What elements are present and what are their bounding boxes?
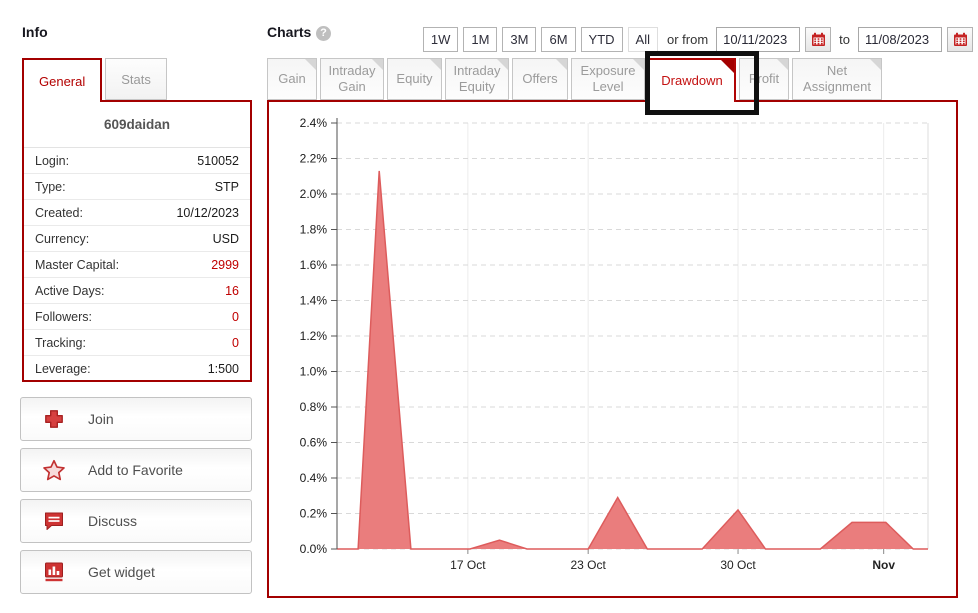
tab-intraday-equity[interactable]: Intraday Equity [445, 58, 509, 100]
range-button-1w[interactable]: 1W [423, 27, 459, 52]
info-row: Active Days: 16 [24, 278, 250, 304]
range-button-6m[interactable]: 6M [541, 27, 575, 52]
info-tab-general[interactable]: General [22, 58, 102, 102]
svg-text:2.4%: 2.4% [300, 116, 328, 130]
info-row-label: Tracking: [35, 336, 86, 350]
widget-icon [41, 560, 67, 584]
to-label: to [839, 32, 850, 47]
info-row-label: Followers: [35, 310, 92, 324]
info-row: Type: STP [24, 174, 250, 200]
add-to-favorite-button[interactable]: Add to Favorite [20, 448, 252, 492]
info-rows: Login: 510052 Type: STP Created: 10/12/2023 Cu… [24, 148, 250, 381]
info-row-value: 10/12/2023 [176, 206, 239, 220]
action-button-label: Join [88, 411, 114, 427]
info-row-value: 0 [232, 310, 239, 324]
calendar-icon [811, 32, 826, 47]
svg-text:17 Oct: 17 Oct [450, 558, 486, 572]
info-tabs: GeneralStats [22, 58, 167, 102]
chart-tabs: GainIntraday GainEquityIntraday EquityOf… [267, 58, 882, 102]
info-row-value: 510052 [197, 154, 239, 168]
discuss-button[interactable]: Discuss [20, 499, 252, 543]
info-row-label: Leverage: [35, 362, 91, 376]
chart-range-controls: 1W1M3M6MYTDAll or from to [423, 27, 973, 52]
info-row-value: 0 [232, 336, 239, 350]
info-row: Created: 10/12/2023 [24, 200, 250, 226]
tab-drawdown[interactable]: Drawdown [648, 58, 736, 102]
join-button[interactable]: Join [20, 397, 252, 441]
from-calendar-button[interactable] [805, 27, 831, 52]
svg-text:2.2%: 2.2% [300, 152, 328, 166]
tab-profit[interactable]: Profit [739, 58, 789, 100]
range-button-1m[interactable]: 1M [463, 27, 497, 52]
info-row-value: STP [215, 180, 239, 194]
info-row: Tracking: 0 [24, 330, 250, 356]
svg-text:23 Oct: 23 Oct [570, 558, 606, 572]
svg-text:1.6%: 1.6% [300, 258, 328, 272]
svg-text:1.2%: 1.2% [300, 329, 328, 343]
svg-text:Nov: Nov [872, 558, 895, 572]
to-date-input[interactable] [858, 27, 942, 52]
svg-text:0.8%: 0.8% [300, 400, 328, 414]
from-date-input[interactable] [716, 27, 800, 52]
plus-icon [41, 407, 67, 431]
get-widget-button[interactable]: Get widget [20, 550, 252, 594]
action-button-label: Add to Favorite [88, 462, 183, 478]
info-row-label: Active Days: [35, 284, 104, 298]
info-row: Login: 510052 [24, 148, 250, 174]
svg-text:1.8%: 1.8% [300, 223, 328, 237]
info-row-value: 16 [225, 284, 239, 298]
info-row: Currency: USD [24, 226, 250, 252]
to-calendar-button[interactable] [947, 27, 973, 52]
help-icon[interactable]: ? [316, 26, 331, 41]
tab-exposure-level[interactable]: Exposure Level [571, 58, 645, 100]
tab-intraday-gain[interactable]: Intraday Gain [320, 58, 384, 100]
drawdown-chart: 17 Oct 23 Oct 30 Oct Nov 2.4% 2.2% 2.0% 1.8% 1.6… [269, 102, 956, 596]
svg-text:0.2%: 0.2% [300, 507, 328, 521]
tab-offers[interactable]: Offers [512, 58, 568, 100]
svg-text:0.4%: 0.4% [300, 471, 328, 485]
info-row-value: 1:500 [208, 362, 239, 376]
tab-net-assignment[interactable]: Net Assignment [792, 58, 882, 100]
action-button-label: Get widget [88, 564, 155, 580]
info-row-label: Created: [35, 206, 83, 220]
info-row-value: USD [213, 232, 239, 246]
range-button-all[interactable]: All [628, 27, 658, 52]
discuss-icon [41, 509, 67, 533]
svg-text:1.4%: 1.4% [300, 294, 328, 308]
action-buttons: Join Add to Favorite Discuss Get widget [20, 397, 252, 594]
info-row: Followers: 0 [24, 304, 250, 330]
range-button-3m[interactable]: 3M [502, 27, 536, 52]
info-section-heading: Info [22, 24, 48, 40]
tab-gain[interactable]: Gain [267, 58, 317, 100]
svg-text:30 Oct: 30 Oct [720, 558, 756, 572]
star-icon [41, 458, 67, 482]
info-row-label: Login: [35, 154, 69, 168]
range-buttons: 1W1M3M6MYTDAll [423, 27, 658, 52]
info-tab-stats[interactable]: Stats [105, 58, 167, 100]
calendar-icon [953, 32, 968, 47]
info-box: 609daidan Login: 510052 Type: STP Created: 10… [22, 100, 252, 382]
info-row-label: Type: [35, 180, 66, 194]
svg-text:1.0%: 1.0% [300, 365, 328, 379]
drawdown-chart-container: 17 Oct 23 Oct 30 Oct Nov 2.4% 2.2% 2.0% 1.8% 1.6… [267, 100, 958, 598]
action-button-label: Discuss [88, 513, 137, 529]
range-button-ytd[interactable]: YTD [581, 27, 623, 52]
svg-text:0.0%: 0.0% [300, 542, 328, 556]
charts-section-heading: Charts [267, 24, 311, 40]
info-row-value: 2999 [211, 258, 239, 272]
svg-text:2.0%: 2.0% [300, 187, 328, 201]
info-row-label: Currency: [35, 232, 89, 246]
or-from-label: or from [667, 32, 708, 47]
tab-equity[interactable]: Equity [387, 58, 442, 100]
account-name: 609daidan [24, 102, 250, 148]
info-row-label: Master Capital: [35, 258, 119, 272]
info-row: Leverage: 1:500 [24, 356, 250, 381]
info-row: Master Capital: 2999 [24, 252, 250, 278]
svg-text:0.6%: 0.6% [300, 436, 328, 450]
